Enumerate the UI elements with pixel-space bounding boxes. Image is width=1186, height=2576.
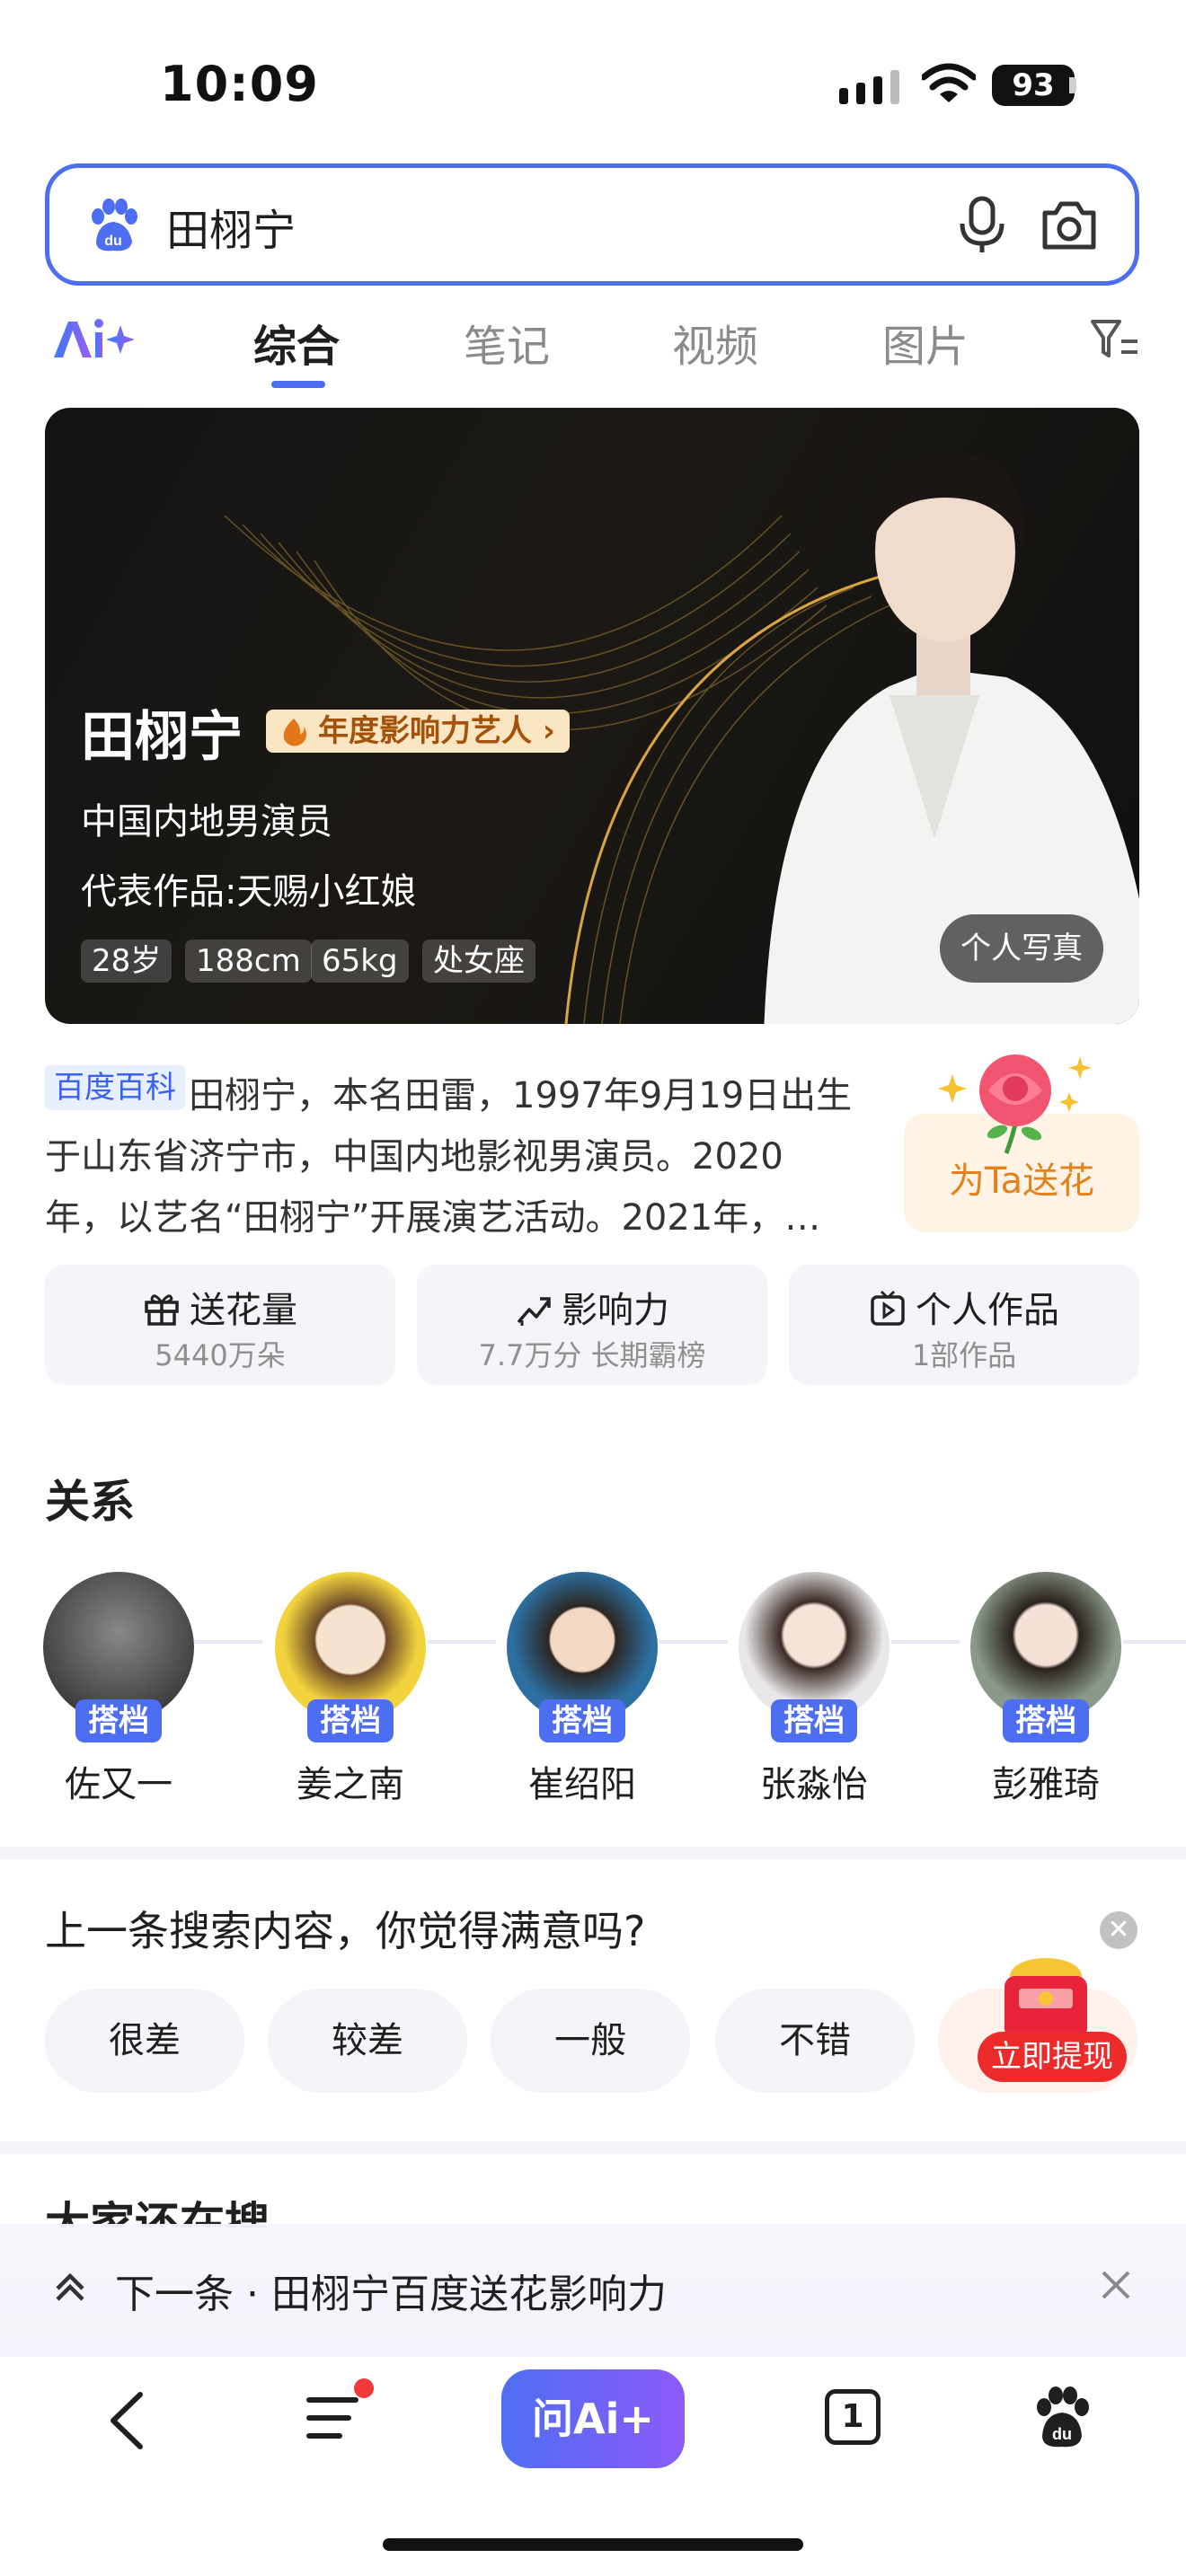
microphone-icon[interactable] (957, 195, 1007, 254)
flame-icon (283, 719, 306, 746)
related-searches-title: 大家还在搜 (45, 2198, 270, 2228)
relation-tag: 搭档 (307, 1699, 394, 1742)
home-indicator[interactable] (383, 2538, 803, 2551)
relation-connector (428, 1640, 496, 1644)
relation-connector (659, 1640, 728, 1644)
send-flower-button[interactable]: 为Ta送花 (904, 1151, 1139, 1204)
video-play-icon (871, 1290, 905, 1326)
relation-name[interactable]: 彭雅琦 (956, 1755, 1136, 1807)
feedback-ok[interactable]: 一般 (491, 1989, 690, 2093)
rose-icon (938, 1054, 1092, 1154)
feedback-very-bad[interactable]: 很差 (45, 1989, 244, 2093)
svg-text:du: du (104, 234, 122, 249)
svg-text:du: du (1052, 2425, 1072, 2443)
baidu-home-icon[interactable]: du (1030, 2386, 1094, 2450)
baike-tag: 百度百科 (45, 1065, 185, 1110)
relation-connector (194, 1640, 262, 1644)
relation-tag: 搭档 (75, 1699, 162, 1742)
tag-weight: 65kg (311, 940, 409, 983)
relation-tag: 搭档 (539, 1699, 625, 1742)
tag-height: 188cm (185, 940, 312, 983)
relations-title: 关系 (45, 1476, 135, 1528)
relation-name[interactable]: 崔绍阳 (492, 1755, 672, 1807)
relation-name[interactable]: 姜之南 (261, 1755, 440, 1807)
tag-zodiac: 处女座 (422, 940, 535, 983)
stat-works-title: 个人作品 (916, 1290, 1059, 1331)
gift-icon (145, 1294, 179, 1326)
feedback-good[interactable]: 不错 (715, 1989, 915, 2093)
search-input[interactable]: 田栩宁 (166, 195, 296, 258)
filter-icon[interactable] (1089, 316, 1139, 363)
stat-works-value: 1部作品 (911, 1338, 1017, 1372)
section-divider (0, 2141, 1186, 2154)
relation-connector (891, 1640, 960, 1644)
signal-icon (839, 70, 899, 104)
stat-influence-title: 影响力 (562, 1290, 669, 1331)
annual-influence-badge[interactable]: 年度影响力艺人 › (266, 710, 570, 753)
ask-ai-button[interactable]: 问Ai+ (501, 2369, 685, 2468)
ai-plus-icon[interactable] (50, 314, 140, 365)
battery-cap (1069, 77, 1076, 93)
withdraw-button[interactable]: 立即提现 (978, 2032, 1127, 2082)
badge-label: 年度影响力艺人 (318, 713, 532, 749)
back-arrow-icon[interactable] (101, 2389, 155, 2452)
feedback-question: 上一条搜索内容，你觉得满意吗? (45, 1907, 646, 1955)
close-icon[interactable] (1098, 2267, 1134, 2303)
tag-age: 28岁 (81, 940, 173, 983)
wifi-icon (922, 63, 976, 102)
trend-up-icon (517, 1297, 551, 1326)
status-time: 10:09 (160, 56, 319, 112)
artist-works: 代表作品:天赐小红娘 (81, 871, 417, 913)
tab-images[interactable]: 图片 (882, 311, 969, 374)
tab-notes[interactable]: 笔记 (464, 311, 550, 374)
section-divider (0, 1847, 1186, 1859)
relation-connector (1123, 1640, 1186, 1644)
chevron-right-icon: › (542, 713, 555, 749)
artist-profession: 中国内地男演员 (81, 801, 332, 842)
artist-name: 田栩宁 (81, 706, 243, 769)
stat-flowers-value: 5440万朵 (155, 1338, 286, 1372)
stat-flowers-title: 送花量 (190, 1290, 297, 1331)
relation-tag: 搭档 (1003, 1699, 1089, 1742)
personal-photos-button[interactable]: 个人写真 (940, 914, 1103, 983)
search-bar[interactable]: du 田栩宁 (45, 163, 1139, 286)
stat-flowers[interactable]: 送花量 5440万朵 (45, 1265, 395, 1385)
relation-name[interactable]: 佐又一 (29, 1755, 208, 1807)
relation-tag: 搭档 (771, 1699, 857, 1742)
tab-active-indicator (271, 381, 325, 388)
tabs-count-icon[interactable]: 1 (825, 2389, 881, 2445)
stat-influence-value: 7.7万分 长期霸榜 (478, 1338, 706, 1372)
chevron-up-icon[interactable] (52, 2269, 88, 2305)
feedback-bad[interactable]: 较差 (268, 1989, 467, 2093)
stat-works[interactable]: 个人作品 1部作品 (789, 1265, 1139, 1385)
baidu-paw-icon: du (92, 198, 137, 251)
stat-influence[interactable]: 影响力 7.7万分 长期霸榜 (417, 1265, 767, 1385)
relation-name[interactable]: 张淼怡 (724, 1755, 904, 1807)
battery-level: 93 (992, 65, 1075, 106)
tab-all[interactable]: 综合 (253, 311, 340, 374)
next-result-text[interactable]: 下一条 · 田栩宁百度送花影响力 (115, 2262, 667, 2319)
notification-dot (354, 2378, 374, 2398)
close-icon[interactable]: ✕ (1100, 1911, 1137, 1949)
tab-videos[interactable]: 视频 (672, 311, 758, 374)
menu-icon[interactable] (304, 2389, 365, 2447)
camera-icon[interactable] (1040, 198, 1099, 252)
